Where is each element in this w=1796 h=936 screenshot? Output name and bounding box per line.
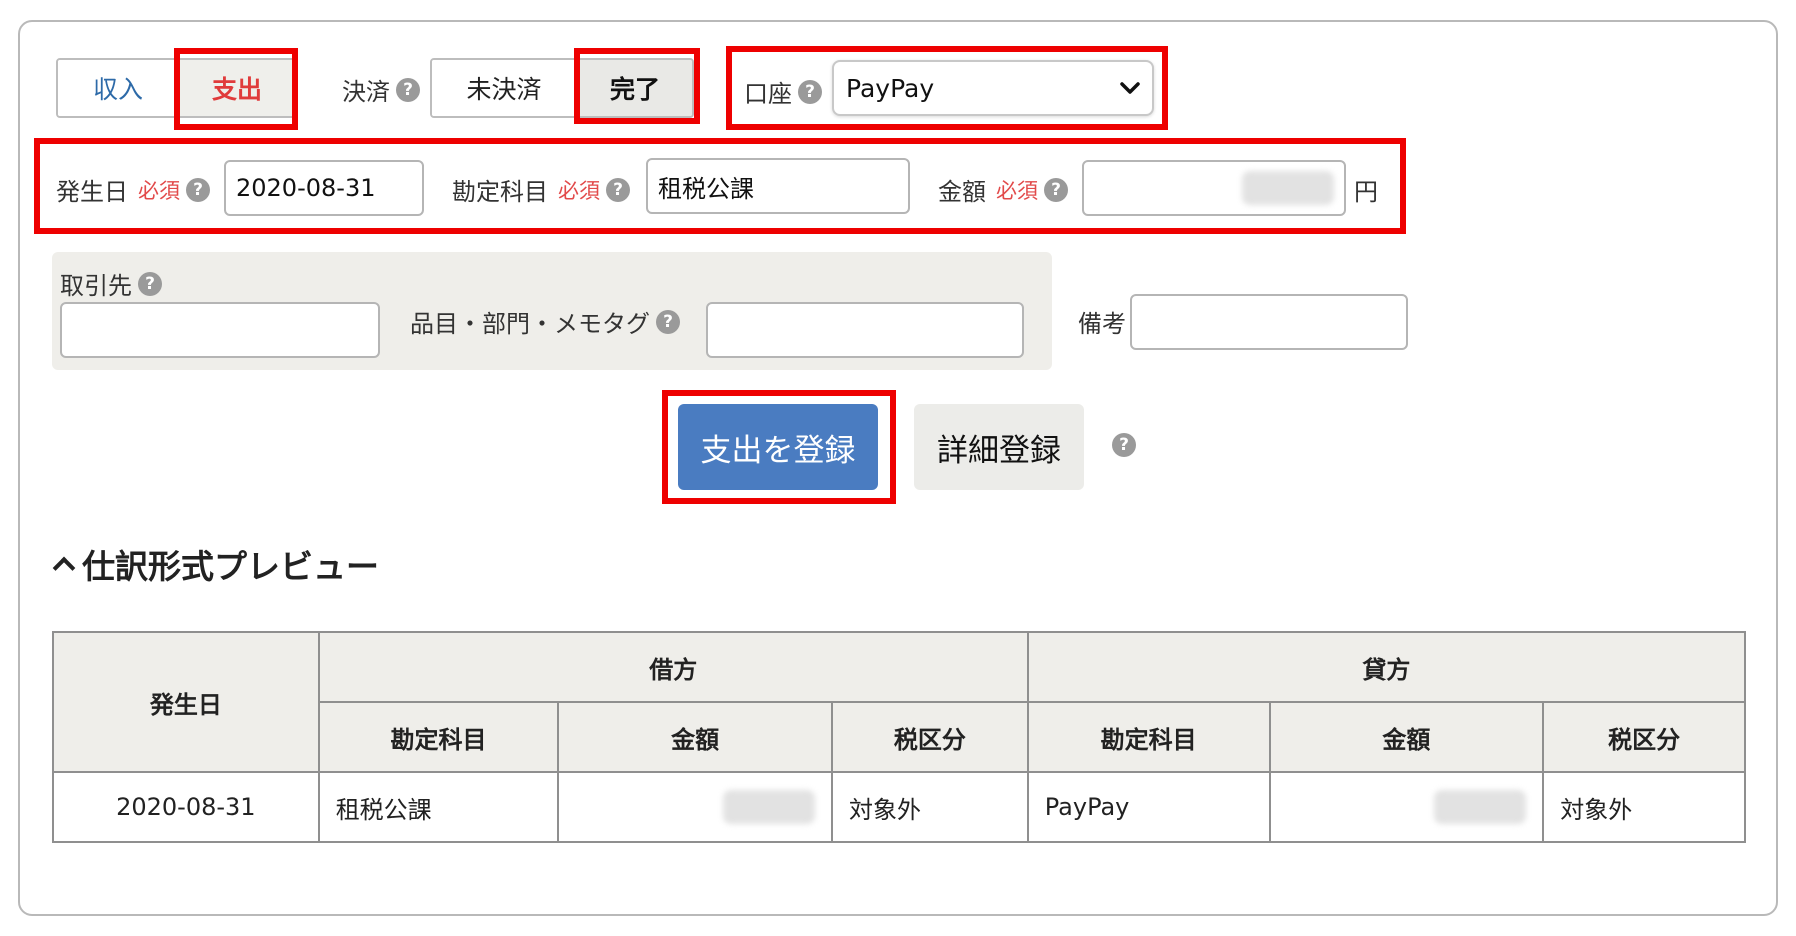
account-label-group: 口座 ? [744,74,822,109]
header-credit-account: 勘定科目 [1026,701,1271,773]
help-icon[interactable]: ? [656,309,680,334]
header-credit-amount: 金額 [1268,701,1545,773]
journal-preview-table: 発生日 借方 貸方 勘定科目 金額 税区分 勘定科目 金額 税区分 2020-0… [52,631,1747,843]
help-icon[interactable]: ? [1044,177,1068,202]
preview-title: 仕訳形式プレビュー [82,547,379,586]
account-item-value: 租税公課 [658,174,754,203]
cell-credit-tax: 対象外 [1542,771,1746,843]
memo-input[interactable] [1130,294,1408,350]
amount-redacted [1242,171,1334,205]
amount-label-group: 金額 必須 ? [938,172,1068,207]
partner-label-group: 取引先 ? [60,266,162,301]
help-icon[interactable]: ? [186,177,210,202]
amount-redacted [1434,790,1527,824]
header-credit: 貸方 [1026,631,1747,703]
partner-input[interactable] [60,302,380,358]
account-item-label: 勘定科目 [452,178,548,206]
tags-label-group: 品目・部門・メモタグ ? [410,304,680,339]
settlement-label: 決済 [342,78,390,106]
tags-label: 品目・部門・メモタグ [410,310,650,338]
header-debit-account: 勘定科目 [317,701,560,773]
cell-debit-amount [557,771,834,843]
account-label: 口座 [744,80,792,108]
header-debit-amount: 金額 [557,701,834,773]
header-credit-tax: 税区分 [1542,701,1746,773]
cell-debit-tax: 対象外 [831,771,1029,843]
detail-register-button[interactable]: 詳細登録 [914,404,1084,490]
required-badge: 必須 [138,178,180,203]
cell-debit-account: 租税公課 [317,771,560,843]
date-label: 発生日 [56,178,128,206]
tags-input[interactable] [706,302,1024,358]
amount-label: 金額 [938,178,986,206]
account-select[interactable]: PayPay [832,60,1154,116]
amount-unit: 円 [1354,178,1378,206]
help-icon[interactable]: ? [606,177,630,202]
chevron-down-icon [1120,82,1140,94]
date-label-group: 発生日 必須 ? [56,172,210,207]
header-debit: 借方 [317,631,1029,703]
date-input[interactable]: 2020-08-31 [224,160,424,216]
partner-label: 取引先 [60,272,132,300]
account-select-value: PayPay [846,73,935,103]
header-date: 発生日 [52,631,320,773]
help-icon[interactable]: ? [396,77,420,102]
account-item-label-group: 勘定科目 必須 ? [452,172,630,207]
memo-label: 備考 [1078,310,1126,338]
done-option[interactable]: 完了 [576,60,692,116]
income-expense-toggle: 収入 支出 [56,58,296,118]
required-badge: 必須 [558,178,600,203]
register-help: ? [1106,433,1136,457]
amount-input[interactable] [1082,160,1346,216]
settlement-label-group: 決済 ? [342,72,420,107]
expense-option[interactable]: 支出 [178,60,294,116]
income-option[interactable]: 収入 [58,60,178,116]
date-input-value: 2020-08-31 [236,174,376,202]
help-icon[interactable]: ? [1112,433,1136,457]
table-row: 2020-08-31 租税公課 対象外 PayPay 対象外 [52,771,1746,843]
amount-redacted [723,790,816,824]
preview-toggle[interactable]: 仕訳形式プレビュー [52,540,379,588]
unsettled-option[interactable]: 未決済 [432,60,576,116]
help-icon[interactable]: ? [798,79,822,104]
settlement-toggle: 未決済 完了 [430,58,694,118]
chevron-up-icon [52,556,76,580]
cell-credit-account: PayPay [1026,771,1271,843]
register-expense-button[interactable]: 支出を登録 [678,404,878,490]
cell-credit-amount [1268,771,1545,843]
required-badge: 必須 [996,178,1038,203]
cell-date: 2020-08-31 [52,771,320,843]
help-icon[interactable]: ? [138,271,162,296]
account-item-input[interactable]: 租税公課 [646,158,910,214]
header-debit-tax: 税区分 [831,701,1029,773]
